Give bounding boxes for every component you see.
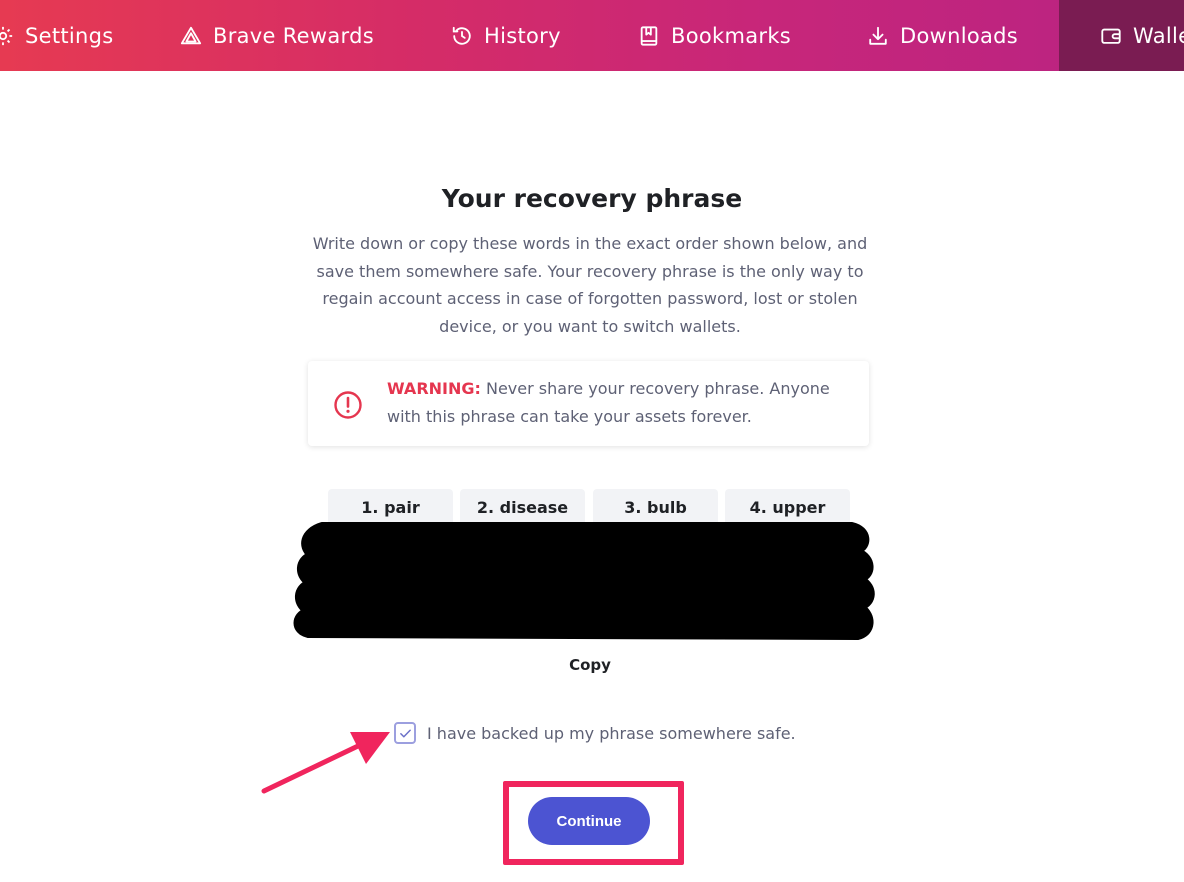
annotation-arrow [261, 732, 390, 794]
backup-checkbox[interactable] [394, 722, 416, 744]
continue-button[interactable]: Continue [528, 797, 650, 845]
nav-item-label: Brave Rewards [213, 23, 374, 48]
nav-item-wallet[interactable]: Wallet [1059, 0, 1184, 71]
bookmark-book-icon [638, 25, 660, 47]
warning-label: WARNING: [387, 379, 481, 398]
brave-rewards-triangle-icon [180, 25, 202, 47]
top-navigation-bar: Settings Brave Rewards History Bookmarks… [0, 0, 1184, 71]
warning-box: WARNING: Never share your recovery phras… [308, 361, 869, 446]
checkmark-icon [399, 727, 412, 740]
redaction-scribble [293, 522, 875, 640]
nav-item-label: Wallet [1133, 23, 1184, 48]
nav-item-brave-rewards[interactable]: Brave Rewards [180, 0, 374, 71]
download-icon [867, 25, 889, 47]
wallet-icon [1100, 25, 1122, 47]
nav-item-label: Bookmarks [671, 23, 792, 48]
nav-item-label: Settings [25, 23, 114, 48]
history-clock-icon [451, 25, 473, 47]
warning-circle-icon [333, 390, 363, 420]
page-title: Your recovery phrase [441, 184, 743, 213]
nav-item-label: Downloads [900, 23, 1019, 48]
nav-item-bookmarks[interactable]: Bookmarks [638, 0, 791, 71]
nav-item-downloads[interactable]: Downloads [867, 0, 1018, 71]
nav-item-settings[interactable]: Settings [0, 0, 114, 71]
gear-icon [0, 25, 14, 47]
nav-item-label: History [484, 23, 561, 48]
nav-item-history[interactable]: History [451, 0, 561, 71]
warning-message: WARNING: Never share your recovery phras… [387, 375, 857, 431]
copy-button[interactable]: Copy [548, 652, 632, 678]
page-description: Write down or copy these words in the ex… [312, 234, 868, 336]
backup-checkbox-label[interactable]: I have backed up my phrase somewhere saf… [427, 722, 796, 745]
